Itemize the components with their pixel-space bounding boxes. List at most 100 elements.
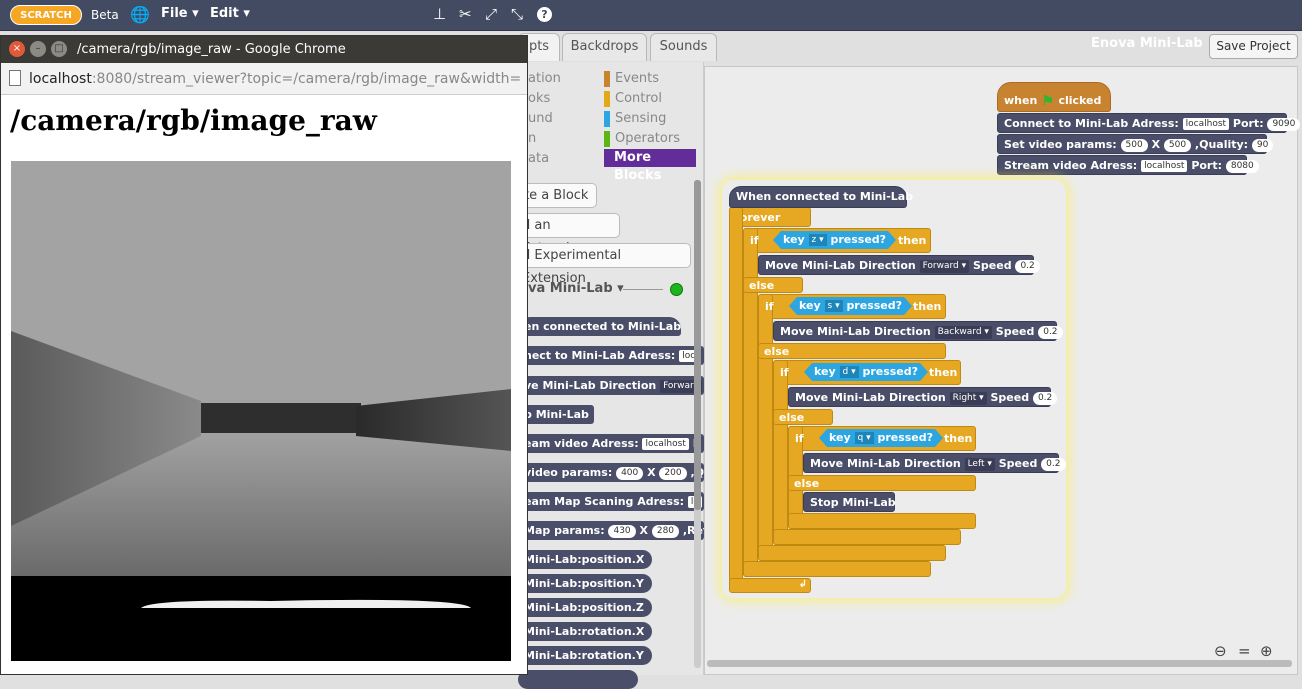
if-else-3-arm [773, 360, 788, 545]
scripts-horizontal-scrollbar[interactable] [707, 660, 1292, 667]
direction-dropdown-1[interactable]: Forward ▾ [919, 259, 970, 273]
key-dropdown-3[interactable]: d ▾ [840, 366, 859, 378]
category-looks[interactable]: oks [528, 91, 550, 106]
key-dropdown-1[interactable]: z ▾ [809, 234, 827, 246]
zoom-out-icon[interactable]: ⊖ [1214, 642, 1227, 660]
category-data[interactable]: ata [528, 151, 549, 166]
palette-stream-host-field[interactable]: localhost [642, 438, 689, 450]
shrink-icon[interactable]: ⤡ [511, 5, 523, 23]
palette-map-height-input[interactable]: 280 [651, 524, 680, 538]
palette-scrollbar-thumb[interactable] [694, 180, 701, 510]
key-dropdown-4[interactable]: q ▾ [855, 432, 874, 444]
direction-dropdown-4[interactable]: Left ▾ [964, 457, 995, 471]
direction-dropdown-3[interactable]: Right ▾ [949, 391, 987, 405]
help-icon[interactable]: ? [537, 7, 552, 22]
minimize-icon[interactable]: – [30, 41, 46, 57]
palette-stream-video-block[interactable]: eam video Adress: localhost P [518, 434, 704, 453]
category-operators[interactable]: Operators [615, 131, 680, 146]
file-menu[interactable]: File ▾ [161, 6, 199, 21]
extension-name[interactable]: va Mini-Lab ▾ [528, 281, 624, 296]
control-color-swatch [604, 91, 610, 107]
palette-rotation-y-reporter[interactable]: Mini-Lab:rotation.Y [518, 646, 652, 665]
palette-reporter-partial[interactable] [518, 670, 638, 689]
connect-block[interactable]: Connect to Mini-Lab Adress: localhost Po… [997, 113, 1301, 133]
palette-video-width-input[interactable]: 400 [616, 466, 644, 480]
grow-icon[interactable]: ⤢ [485, 5, 497, 23]
tab-sounds[interactable]: Sounds [650, 33, 717, 61]
connect-port-input[interactable]: 9090 [1267, 117, 1301, 131]
key-pressed-condition-3[interactable]: key d ▾ pressed? [804, 363, 928, 381]
speed-input-4[interactable]: 0.2 [1041, 457, 1066, 471]
move-forward-block[interactable]: Move Mini-Lab Direction Forward ▾ Speed … [758, 255, 1040, 275]
speed-input-2[interactable]: 0.2 [1038, 325, 1063, 339]
palette-video-height-input[interactable]: 200 [659, 466, 687, 480]
zoom-reset-icon[interactable]: = [1238, 642, 1251, 660]
key-pressed-condition-4[interactable]: key q ▾ pressed? [819, 429, 943, 447]
tab-backdrops[interactable]: Backdrops [562, 33, 647, 61]
language-globe-icon[interactable]: 🌐 [130, 5, 150, 24]
connect-host-field[interactable]: localhost [1182, 118, 1230, 130]
if-else-2-arm [758, 294, 773, 561]
category-control[interactable]: Control [615, 91, 662, 106]
add-experimental-extension-button[interactable]: d Experimental Extension [515, 243, 691, 286]
forever-arm [729, 207, 743, 592]
duplicate-stamp-icon[interactable]: ⊥ [433, 5, 446, 23]
palette-connect-block[interactable]: nect to Mini-Lab Adress: loc [518, 346, 704, 365]
move-backward-block[interactable]: Move Mini-Lab Direction Backward ▾ Speed… [773, 321, 1063, 341]
palette-map-scanning-block[interactable]: eam Map Scaning Adress: lo [518, 492, 704, 511]
zoom-in-icon[interactable]: ⊕ [1260, 642, 1273, 660]
palette-position-x-reporter[interactable]: Mini-Lab:position.X [518, 550, 653, 569]
palette-when-connected-block[interactable]: en connected to Mini-Lab [518, 317, 681, 336]
scratchx-logo[interactable]: SCRATCH [10, 5, 82, 25]
set-video-params-block[interactable]: Set video params: 500 X 500 ,Quality: 90 [997, 134, 1274, 154]
loop-arrow-icon: ↲ [798, 579, 807, 590]
if-label-4: if [795, 432, 804, 445]
stop-mini-lab-block[interactable]: Stop Mini-Lab [803, 492, 896, 512]
stream-port-input[interactable]: 8080 [1225, 159, 1259, 173]
extension-status-indicator [670, 283, 683, 296]
key-dropdown-2[interactable]: s ▾ [825, 300, 843, 312]
key-pressed-condition-2[interactable]: key s ▾ pressed? [789, 297, 912, 315]
delete-scissors-icon[interactable]: ✂ [459, 5, 472, 23]
category-motion[interactable]: ation [528, 71, 561, 86]
video-quality-input[interactable]: 90 [1251, 138, 1274, 152]
palette-map-params-block[interactable]: Map params: 430 X 280 ,Ref [518, 521, 708, 540]
category-pen[interactable]: n [528, 131, 536, 146]
palette-video-params-block[interactable]: video params: 400 X 200 ,Q [518, 463, 704, 482]
maximize-icon[interactable]: □ [51, 41, 67, 57]
if-label-3: if [780, 366, 789, 379]
category-sensing[interactable]: Sensing [615, 111, 666, 126]
move-right-block[interactable]: Move Mini-Lab Direction Right ▾ Speed 0.… [788, 387, 1058, 407]
menu-bar: SCRATCH Beta 🌐 File ▾ Edit ▾ ⊥ ✂ ⤢ ⤡ ? [0, 0, 1302, 31]
camera-stream-image [11, 161, 511, 661]
project-title: Enova Mini-Lab [1091, 36, 1203, 51]
palette-rotation-x-reporter[interactable]: Mini-Lab:rotation.X [518, 622, 653, 641]
when-connected-hat[interactable]: When connected to Mini-Lab [729, 186, 913, 208]
forever-foot: ↲ [729, 578, 811, 593]
category-events[interactable]: Events [615, 71, 659, 86]
if-else-2-foot [758, 545, 946, 561]
when-flag-clicked-hat[interactable]: when ⚑ clicked [997, 82, 1111, 112]
category-more-blocks[interactable]: More Blocks [604, 149, 696, 183]
key-pressed-condition-1[interactable]: key z ▾ pressed? [773, 231, 896, 249]
palette-stop-block[interactable]: p Mini-Lab [518, 405, 594, 424]
close-icon[interactable]: × [9, 41, 25, 57]
address-bar[interactable]: localhost:8080/stream_viewer?topic=/came… [1, 63, 527, 95]
palette-position-z-reporter[interactable]: Mini-Lab:position.Z [518, 598, 652, 617]
speed-input-3[interactable]: 0.2 [1032, 391, 1058, 405]
stream-host-field[interactable]: localhost [1141, 160, 1188, 172]
save-project-button[interactable]: Save Project [1209, 34, 1298, 59]
palette-position-y-reporter[interactable]: Mini-Lab:position.Y [518, 574, 652, 593]
speed-input-1[interactable]: 0.2 [1015, 259, 1040, 273]
direction-dropdown-2[interactable]: Backward ▾ [934, 325, 992, 339]
video-width-input[interactable]: 500 [1120, 138, 1148, 152]
palette-map-width-input[interactable]: 430 [608, 524, 636, 538]
if-else-1-foot [743, 561, 931, 577]
category-sound[interactable]: und [528, 111, 553, 126]
add-extension-button[interactable]: d an Extension [515, 213, 620, 256]
move-left-block[interactable]: Move Mini-Lab Direction Left ▾ Speed 0.2 [803, 453, 1066, 473]
stream-video-block[interactable]: Stream video Adress: localhost Port: 808… [997, 155, 1259, 175]
palette-move-block[interactable]: ve Mini-Lab Direction Forward [518, 376, 704, 395]
edit-menu[interactable]: Edit ▾ [210, 6, 250, 21]
video-height-input[interactable]: 500 [1163, 138, 1192, 152]
